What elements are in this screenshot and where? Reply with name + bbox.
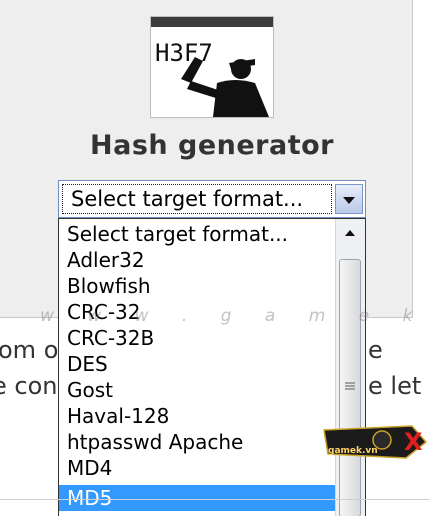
grip-icon xyxy=(345,382,355,390)
badge-text: gamek.vn xyxy=(328,446,378,456)
chevron-up-icon xyxy=(345,230,355,236)
chevron-down-icon xyxy=(343,197,355,204)
option-adler32[interactable]: Adler32 xyxy=(59,247,335,273)
select-value: Select target format... xyxy=(62,184,332,214)
option-crc-32b[interactable]: CRC-32B xyxy=(59,325,335,351)
logo-chalk-text: H3F7 xyxy=(155,39,213,67)
option-md5[interactable]: MD5 xyxy=(59,485,335,511)
dropdown-toggle-button[interactable] xyxy=(335,184,363,214)
background-text-line2-left: e con xyxy=(0,372,58,400)
option-haval-128[interactable]: Haval-128 xyxy=(59,403,335,429)
option-gost[interactable]: Gost xyxy=(59,377,335,403)
option-md4[interactable]: MD4 xyxy=(59,455,335,481)
chalkboard-figure-icon: H3F7 xyxy=(155,39,269,117)
page: H3F7 Hash generator Select target format… xyxy=(0,0,430,516)
bottom-divider xyxy=(0,499,430,500)
format-dropdown-list[interactable]: Select target format... Adler32 Blowfish… xyxy=(58,218,366,516)
scrollbar-thumb[interactable] xyxy=(339,259,361,516)
background-text-line1-right: e xyxy=(368,336,383,364)
option-select-target-format[interactable]: Select target format... xyxy=(59,221,335,247)
option-blowfish[interactable]: Blowfish xyxy=(59,273,335,299)
target-format-select[interactable]: Select target format... xyxy=(58,180,366,218)
gamek-watermark: w w w . g a m e k . v n xyxy=(40,306,430,326)
background-text-line2-right: e let xyxy=(368,372,422,400)
option-htpasswd-apache[interactable]: htpasswd Apache xyxy=(59,429,335,455)
background-text-line1-left: om o xyxy=(0,336,59,364)
hash-generator-logo: H3F7 xyxy=(150,16,274,118)
badge-mark: X xyxy=(404,428,423,456)
logo-top-bar xyxy=(151,17,273,27)
scroll-up-button[interactable] xyxy=(338,221,362,245)
gamek-logo-badge: X gamek.vn xyxy=(322,420,430,462)
option-des[interactable]: DES xyxy=(59,351,335,377)
page-title: Hash generator xyxy=(90,130,334,161)
dropdown-scrollbar[interactable] xyxy=(335,219,365,516)
